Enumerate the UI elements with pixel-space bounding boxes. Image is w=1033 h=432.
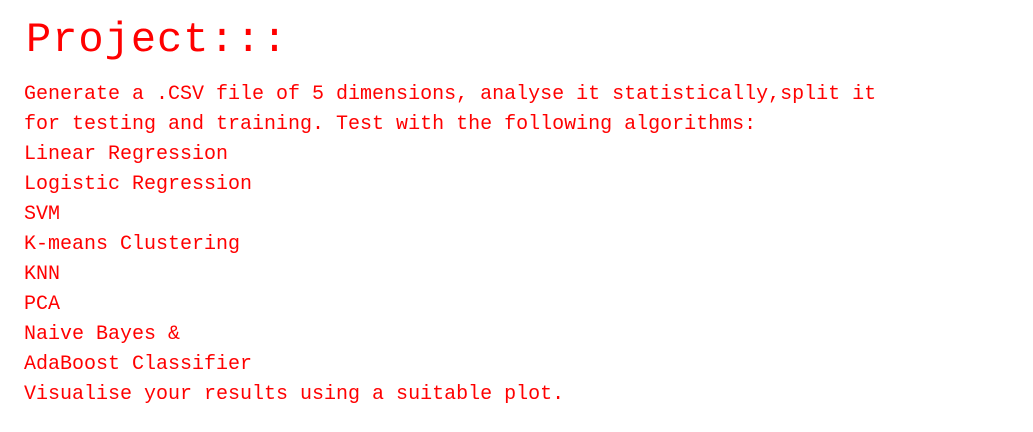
description-line-1: Generate a .CSV file of 5 dimensions, an… xyxy=(24,83,877,106)
algorithm-svm: SVM xyxy=(24,203,61,226)
algorithm-adaboost-classifier: AdaBoost Classifier xyxy=(24,353,253,376)
algorithm-logistic-regression: Logistic Regression xyxy=(24,173,253,196)
description-line-2: for testing and training. Test with the … xyxy=(24,113,757,136)
algorithm-naive-bayes: Naive Bayes & xyxy=(24,323,181,346)
page-title: Project::: xyxy=(26,16,289,64)
algorithm-pca: PCA xyxy=(24,293,61,316)
document-body: Generate a .CSV file of 5 dimensions, an… xyxy=(24,80,876,410)
algorithm-knn: KNN xyxy=(24,263,61,286)
algorithm-linear-regression: Linear Regression xyxy=(24,143,229,166)
algorithm-kmeans-clustering: K-means Clustering xyxy=(24,233,241,256)
visualise-instruction: Visualise your results using a suitable … xyxy=(24,383,565,406)
